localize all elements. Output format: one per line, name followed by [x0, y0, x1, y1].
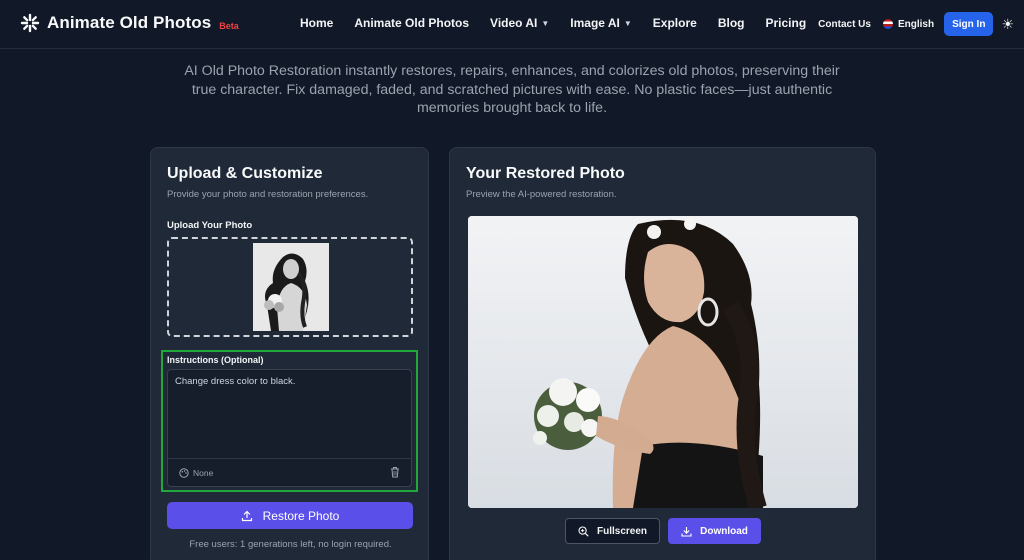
- nav-item-label: Home: [300, 16, 334, 30]
- brand-logo[interactable]: Animate Old Photos Beta: [20, 13, 239, 33]
- restored-photo: [468, 216, 858, 508]
- free-usage-note: Free users: 1 generations left, no login…: [189, 539, 392, 550]
- style-selector[interactable]: None: [179, 468, 213, 478]
- instructions-textarea[interactable]: Change dress color to black. None: [167, 369, 412, 487]
- us-flag-icon: [882, 19, 893, 29]
- nav-item-label: Image AI: [570, 16, 620, 30]
- restore-photo-label: Restore Photo: [262, 508, 340, 523]
- style-value: None: [193, 468, 214, 478]
- nav-item-pricing[interactable]: Pricing: [765, 16, 806, 30]
- instructions-label: Instructions (Optional): [167, 355, 264, 365]
- restore-photo-button[interactable]: Restore Photo: [167, 502, 413, 529]
- result-actions: Fullscreen Download: [565, 518, 761, 544]
- nav-item-label: Blog: [717, 16, 745, 30]
- chevron-down-icon: ▼: [623, 18, 632, 28]
- beta-badge: Beta: [219, 20, 239, 31]
- contact-link[interactable]: Contact Us: [818, 19, 871, 30]
- uploaded-photo-thumbnail: [253, 243, 329, 331]
- brand-name: Animate Old Photos: [47, 13, 212, 32]
- sign-in-button[interactable]: Sign In: [944, 12, 994, 36]
- instructions-value[interactable]: Change dress color to black.: [175, 376, 295, 387]
- nav-item-home[interactable]: Home: [300, 16, 333, 30]
- fullscreen-button[interactable]: Fullscreen: [565, 518, 660, 544]
- nav-item-explore[interactable]: Explore: [653, 16, 697, 30]
- language-label: English: [897, 18, 935, 30]
- upload-icon: [241, 510, 252, 521]
- palette-icon: [179, 468, 189, 478]
- nav-item-label: Video AI: [490, 16, 538, 30]
- hero-description: AI Old Photo Restoration instantly resto…: [184, 63, 840, 116]
- fullscreen-label: Fullscreen: [596, 525, 648, 537]
- nav-item-animate-old-photos[interactable]: Animate Old Photos: [354, 16, 469, 30]
- nav-item-label: Explore: [652, 16, 697, 30]
- sun-icon[interactable]: ☀: [1001, 16, 1014, 33]
- zoom-in-icon: [578, 525, 589, 537]
- chevron-down-icon: ▼: [541, 18, 550, 28]
- bw-bride-photo: [253, 243, 329, 331]
- top-nav: Animate Old Photos Beta Home Animate Old…: [0, 0, 1024, 49]
- trash-icon[interactable]: [390, 466, 400, 478]
- download-button[interactable]: Download: [668, 518, 761, 544]
- language-selector[interactable]: English: [882, 18, 935, 30]
- nav-item-blog[interactable]: Blog: [718, 16, 745, 30]
- result-panel-subtitle: Preview the AI-powered restoration.: [466, 189, 617, 200]
- restored-bride-photo: [468, 216, 858, 508]
- download-label: Download: [700, 525, 748, 537]
- nav-item-video-ai[interactable]: Video AI ▼: [490, 16, 549, 30]
- result-panel: Your Restored Photo Preview the AI-power…: [449, 147, 876, 560]
- nav-item-label: Animate Old Photos: [354, 16, 470, 30]
- upload-panel: Upload & Customize Provide your photo an…: [150, 147, 429, 560]
- result-panel-title: Your Restored Photo: [466, 165, 625, 182]
- nav-item-image-ai[interactable]: Image AI ▼: [570, 16, 632, 30]
- upload-panel-subtitle: Provide your photo and restoration prefe…: [167, 189, 369, 200]
- photo-dropzone[interactable]: [167, 237, 413, 337]
- nav-actions: Contact Us English Sign In ☀: [818, 12, 1014, 36]
- download-icon: [681, 526, 692, 537]
- nav-links: Home Animate Old Photos Video AI ▼ Image …: [300, 16, 827, 30]
- sparkle-logo-icon: [20, 13, 40, 33]
- instructions-highlight: Instructions (Optional) Change dress col…: [161, 350, 418, 492]
- upload-panel-title: Upload & Customize: [167, 165, 323, 182]
- upload-label: Upload Your Photo: [167, 220, 253, 231]
- instructions-toolbar: None: [168, 458, 411, 486]
- nav-item-label: Pricing: [765, 16, 807, 30]
